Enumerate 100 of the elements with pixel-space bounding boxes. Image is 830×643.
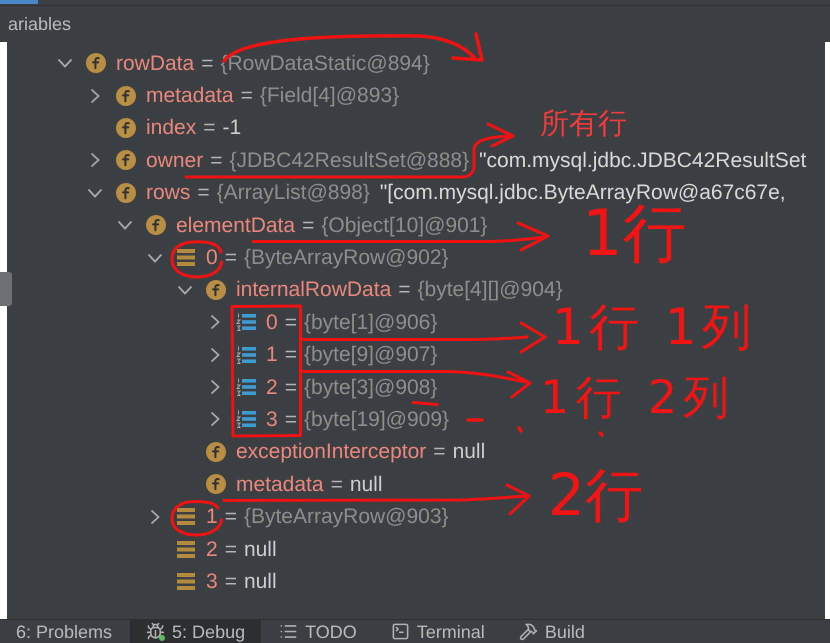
annotation-note: 1行 2列 (540, 374, 736, 420)
chevron-down-icon[interactable] (87, 188, 103, 198)
variable-value: {Object[10]@901} (321, 214, 488, 236)
stacked-bars-icon (177, 249, 195, 266)
variable-name: exceptionInterceptor (236, 441, 426, 462)
variable-value: {byte[1]@906} (304, 312, 438, 333)
equals-sign: = (210, 150, 222, 171)
equals-sign: = (197, 182, 210, 204)
list-icon (279, 622, 298, 641)
stacked-bars-icon (177, 572, 195, 590)
chevron-down-icon[interactable] (57, 58, 73, 68)
equals-sign: = (224, 538, 237, 560)
circle-annotation (170, 500, 223, 536)
equals-sign: = (302, 214, 314, 236)
active-tab-indicator (0, 0, 38, 4)
bug-icon (146, 622, 166, 641)
variable-name: rows (146, 182, 190, 204)
equals-sign: = (398, 279, 411, 300)
tool-window-tab[interactable]: 5: Debug (130, 620, 262, 643)
value-preview: "com.mysql.jdbc.JDBC42ResultSet (479, 150, 806, 171)
panel-title: ariables (8, 12, 72, 36)
tool-window-tab[interactable]: Terminal (374, 620, 501, 643)
terminal-icon (390, 622, 410, 641)
field-icon (116, 150, 136, 170)
variable-name: metadata (146, 85, 234, 106)
equals-sign: = (224, 506, 237, 528)
tool-window-tab[interactable]: TODO (263, 620, 373, 643)
variable-value: {ByteArrayRow@902} (244, 247, 449, 268)
dot-annotation (517, 426, 523, 433)
chevron-down-icon[interactable] (147, 252, 163, 263)
field-icon (206, 442, 226, 462)
numbered-list-icon (236, 410, 256, 428)
variable-value: {byte[9]@907} (304, 344, 438, 366)
stacked-bars-icon (177, 540, 195, 558)
variable-name: metadata (236, 474, 324, 495)
equals-sign: = (284, 408, 297, 430)
variable-value: {ByteArrayRow@903} (244, 506, 449, 528)
chevron-right-icon[interactable] (210, 346, 220, 363)
variable-value: {byte[19]@909} (304, 408, 450, 430)
value-preview: "[com.mysql.jdbc.ByteArrayRow@a67c67e, (380, 182, 786, 204)
dash-annotation (412, 401, 438, 406)
field-icon (116, 86, 136, 106)
equals-sign: = (284, 344, 297, 366)
tool-window-tab[interactable]: 6: Problems (0, 620, 128, 643)
variable-name: 0 (206, 247, 218, 268)
chevron-right-icon[interactable] (210, 314, 220, 330)
chevron-down-icon[interactable] (177, 284, 193, 295)
stacked-bars-icon (177, 508, 195, 526)
variable-name: elementData (176, 214, 296, 236)
variable-name: 2 (206, 538, 218, 560)
numbered-list-icon (236, 378, 256, 396)
chevron-right-icon[interactable] (90, 88, 100, 104)
variable-name: index (146, 117, 196, 138)
equals-sign: = (330, 474, 343, 495)
chevron-down-icon[interactable] (117, 220, 133, 230)
equals-sign: = (433, 441, 446, 462)
variable-value: -1 (222, 117, 242, 138)
equals-sign: = (284, 312, 297, 333)
variable-value: {ArrayList@898} (216, 182, 370, 204)
chevron-right-icon[interactable] (210, 411, 220, 428)
variable-value: null (244, 538, 277, 560)
variable-value: {Field[4]@893} (260, 85, 400, 106)
hammer-icon (518, 622, 538, 641)
equals-sign: = (284, 376, 297, 398)
equals-sign: = (203, 117, 216, 138)
equals-sign: = (224, 247, 237, 268)
variable-name: 3 (266, 408, 278, 430)
circle-annotation (170, 240, 223, 278)
field-icon (86, 53, 106, 74)
variable-value: {RowDataStatic@894} (220, 52, 430, 74)
variable-name: internalRowData (236, 279, 392, 300)
chevron-right-icon[interactable] (210, 379, 220, 396)
equals-sign: = (201, 52, 214, 74)
annotation-note: 2行 (548, 466, 643, 524)
field-icon (116, 182, 136, 203)
tool-window-tab[interactable]: Build (502, 620, 601, 643)
chevron-right-icon[interactable] (90, 152, 100, 168)
equals-sign: = (240, 85, 253, 106)
variable-value: null (350, 474, 383, 495)
equals-sign: = (224, 570, 237, 592)
annotation-note: 1行 1列 (552, 302, 757, 352)
variable-name: rowData (116, 52, 194, 74)
numbered-list-icon (236, 313, 256, 332)
variable-value: null (452, 441, 486, 462)
field-icon (206, 280, 226, 300)
variable-name: 1 (266, 344, 278, 366)
variable-value: {JDBC42ResultSet@888} (229, 150, 470, 171)
field-icon (146, 215, 166, 236)
annotation-note: 1行 (582, 202, 687, 266)
variable-name: 1 (206, 506, 218, 528)
chevron-right-icon[interactable] (150, 508, 160, 525)
dot-annotation (598, 431, 604, 437)
variable-value: {byte[4][]@904} (418, 279, 563, 300)
variable-value: {byte[3]@908} (304, 376, 438, 398)
variable-value: null (244, 570, 277, 592)
variable-name: 2 (266, 376, 278, 398)
variable-name: owner (146, 150, 204, 171)
field-icon (206, 474, 226, 494)
variable-name: 3 (206, 570, 218, 592)
variable-name: 0 (266, 312, 278, 333)
